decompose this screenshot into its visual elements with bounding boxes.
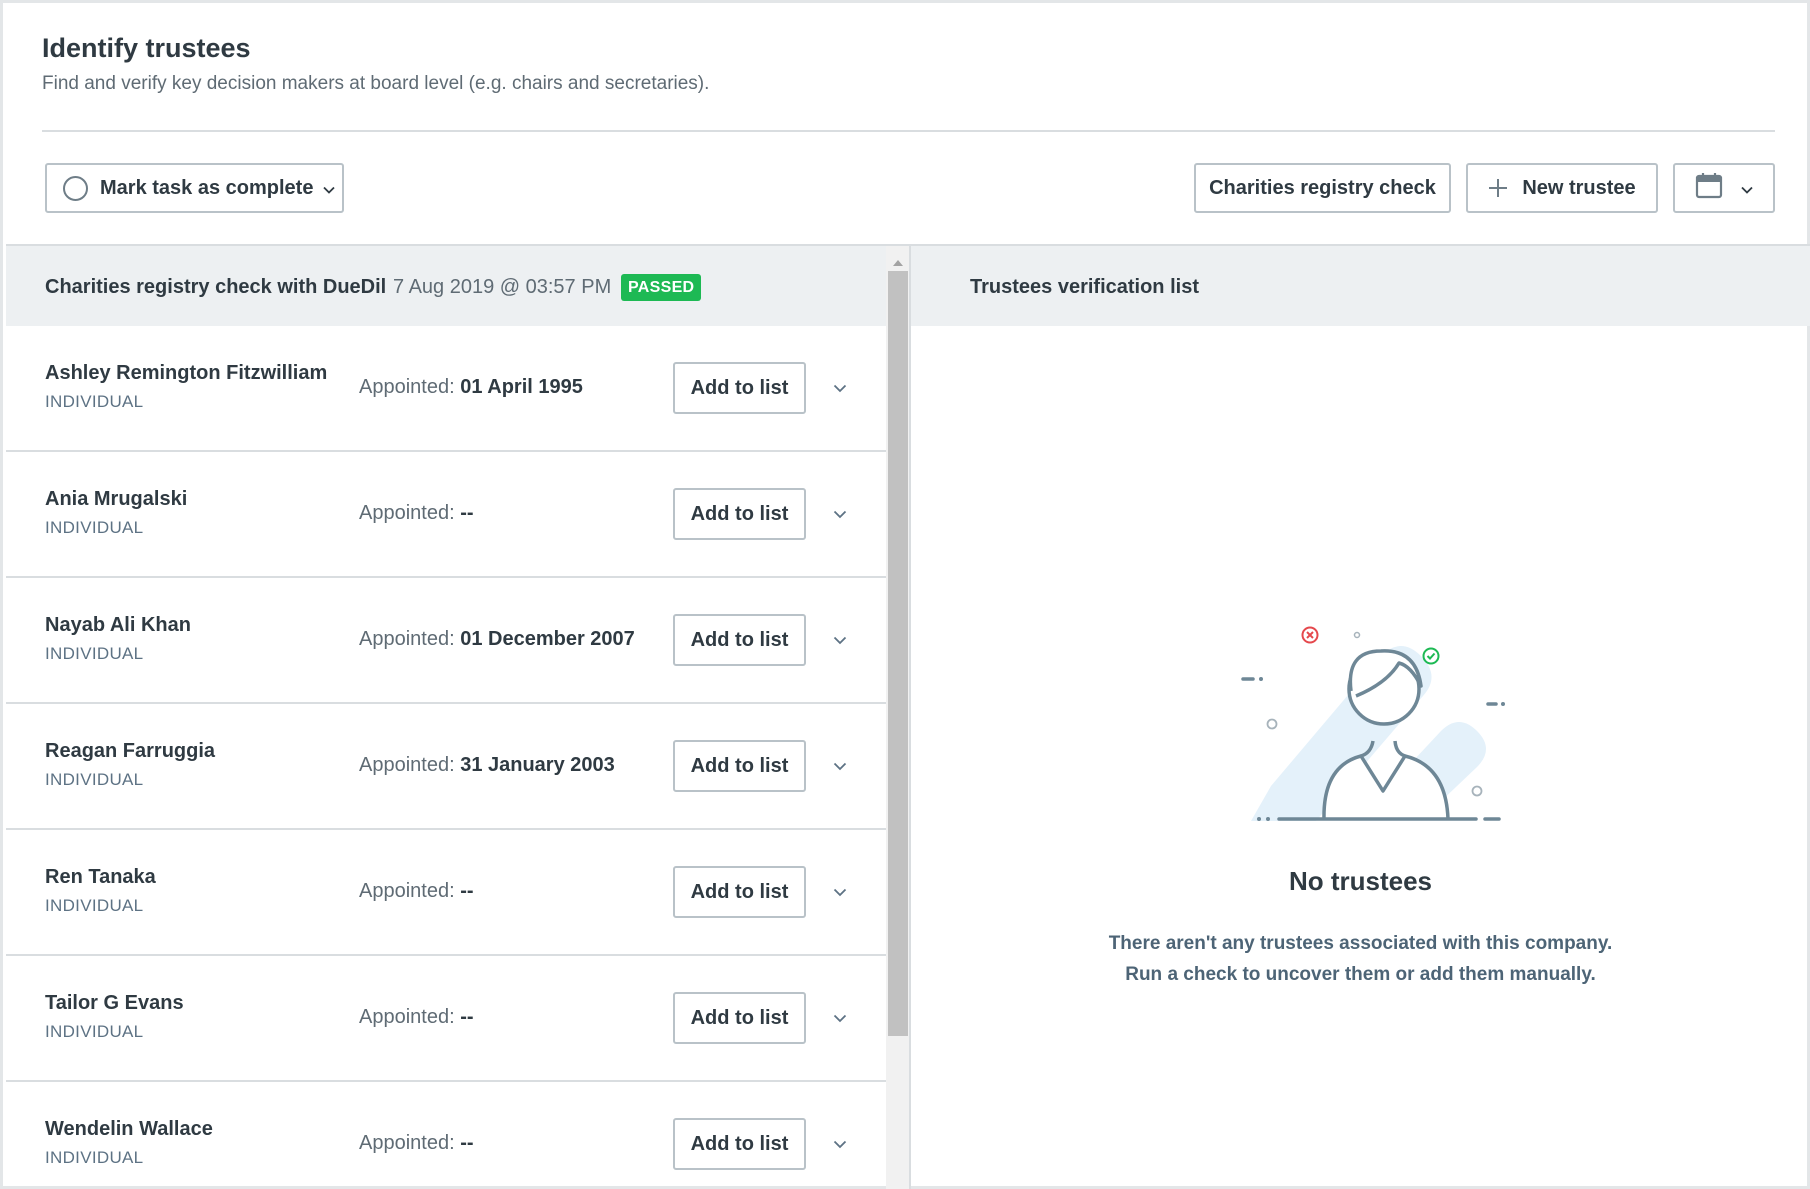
add-to-list-button[interactable]: Add to list — [673, 362, 806, 414]
empty-state-illustration — [1211, 591, 1531, 836]
header-divider — [42, 130, 1775, 132]
registry-results-panel: Charities registry check with DueDil 7 A… — [6, 244, 910, 1189]
empty-state-message: There aren't any trustees associated wit… — [911, 928, 1810, 990]
empty-state-title: No trustees — [1288, 866, 1433, 896]
trustee-appointed: Appointed: 01 April 1995 — [359, 376, 583, 399]
calendar-dropdown-button[interactable] — [1673, 163, 1775, 213]
trustee-type: INDIVIDUAL — [45, 644, 144, 663]
trustees-page: Identify trustees Find and verify key de… — [0, 0, 1810, 1189]
add-to-list-button[interactable]: Add to list — [673, 614, 806, 666]
trustee-type: INDIVIDUAL — [45, 1148, 144, 1167]
chevron-down-icon[interactable] — [833, 632, 847, 650]
trustee-appointed: Appointed: -- — [359, 502, 474, 525]
circle-icon — [63, 175, 88, 201]
trustee-name: Ren Tanaka — [45, 866, 156, 888]
empty-state-line-1: There aren't any trustees associated wit… — [1108, 933, 1613, 954]
appointed-label: Appointed: — [359, 1132, 455, 1154]
chevron-down-icon[interactable] — [833, 380, 847, 398]
registry-check-header: Charities registry check with DueDil 7 A… — [6, 246, 886, 326]
page-subtitle: Find and verify key decision makers at b… — [42, 73, 710, 94]
mark-complete-button[interactable]: Mark task as complete — [45, 163, 344, 213]
trustee-row: Tailor G Evans INDIVIDUAL Appointed: -- … — [6, 956, 886, 1082]
chevron-down-icon — [1741, 177, 1753, 200]
chevron-down-icon[interactable] — [833, 758, 847, 776]
trustee-row: Ania Mrugalski INDIVIDUAL Appointed: -- … — [6, 452, 886, 578]
trustee-name: Ashley Remington Fitzwilliam — [45, 362, 328, 384]
trustee-name: Ania Mrugalski — [45, 488, 188, 510]
new-trustee-label: New trustee — [1522, 176, 1636, 199]
trustee-row: Reagan Farruggia INDIVIDUAL Appointed: 3… — [6, 704, 886, 830]
appointed-date: -- — [460, 502, 474, 524]
appointed-date: 01 April 1995 — [460, 376, 583, 398]
add-to-list-button[interactable]: Add to list — [673, 740, 806, 792]
appointed-label: Appointed: — [359, 754, 455, 776]
appointed-date: 31 January 2003 — [460, 754, 615, 776]
add-to-list-button[interactable]: Add to list — [673, 992, 806, 1044]
chevron-down-icon[interactable] — [833, 506, 847, 524]
appointed-date: -- — [460, 1132, 474, 1154]
registry-check-date: 7 Aug 2019 @ 03:57 PM — [393, 276, 612, 298]
scrollbar[interactable] — [886, 246, 910, 1189]
add-to-list-button[interactable]: Add to list — [673, 488, 806, 540]
trustee-type: INDIVIDUAL — [45, 896, 144, 915]
trustee-type: INDIVIDUAL — [45, 518, 144, 537]
appointed-label: Appointed: — [359, 502, 455, 524]
trustee-name: Nayab Ali Khan — [45, 614, 191, 636]
trustee-type: INDIVIDUAL — [45, 392, 144, 411]
trustee-list: Ashley Remington Fitzwilliam INDIVIDUAL … — [6, 326, 886, 1189]
trustee-appointed: Appointed: 01 December 2007 — [359, 628, 635, 651]
trustee-row: Nayab Ali Khan INDIVIDUAL Appointed: 01 … — [6, 578, 886, 704]
scrollbar-thumb[interactable] — [888, 271, 908, 1036]
chevron-down-icon[interactable] — [833, 884, 847, 902]
add-to-list-button[interactable]: Add to list — [673, 1118, 806, 1170]
page-title: Identify trustees — [42, 33, 251, 63]
chevron-down-icon[interactable] — [833, 1136, 847, 1154]
verification-list-header: Trustees verification list — [911, 246, 1810, 326]
appointed-label: Appointed: — [359, 376, 455, 398]
trustee-row: Wendelin Wallace INDIVIDUAL Appointed: -… — [6, 1082, 886, 1189]
chevron-down-icon[interactable] — [833, 1010, 847, 1028]
appointed-label: Appointed: — [359, 880, 455, 902]
trustee-row: Ashley Remington Fitzwilliam INDIVIDUAL … — [6, 326, 886, 452]
empty-state-line-2: Run a check to uncover them or add them … — [1125, 964, 1596, 985]
trustee-row: Ren Tanaka INDIVIDUAL Appointed: -- Add … — [6, 830, 886, 956]
appointed-date: -- — [460, 1006, 474, 1028]
appointed-date: 01 December 2007 — [460, 628, 635, 650]
verification-list-title: Trustees verification list — [970, 276, 1199, 298]
new-trustee-button[interactable]: New trustee — [1466, 163, 1658, 213]
registry-check-title: Charities registry check with DueDil — [45, 276, 387, 298]
verification-list-panel: Trustees verification list No trustees T… — [911, 244, 1810, 1189]
chevron-down-icon — [323, 177, 336, 200]
status-badge: PASSED — [621, 274, 702, 301]
add-to-list-button[interactable]: Add to list — [673, 866, 806, 918]
calendar-icon — [1695, 171, 1723, 205]
trustee-appointed: Appointed: -- — [359, 1006, 474, 1029]
appointed-label: Appointed: — [359, 1006, 455, 1028]
appointed-label: Appointed: — [359, 628, 455, 650]
scroll-up-arrow-icon[interactable] — [892, 254, 904, 272]
trustee-name: Tailor G Evans — [45, 992, 184, 1014]
mark-complete-label: Mark task as complete — [100, 176, 314, 199]
plus-icon — [1488, 178, 1508, 198]
appointed-date: -- — [460, 880, 474, 902]
trustee-type: INDIVIDUAL — [45, 1022, 144, 1041]
trustee-appointed: Appointed: 31 January 2003 — [359, 754, 615, 777]
trustee-appointed: Appointed: -- — [359, 1132, 474, 1155]
trustee-appointed: Appointed: -- — [359, 880, 474, 903]
trustee-type: INDIVIDUAL — [45, 770, 144, 789]
trustee-name: Reagan Farruggia — [45, 740, 216, 762]
trustee-name: Wendelin Wallace — [45, 1118, 213, 1140]
charities-registry-check-button[interactable]: Charities registry check — [1194, 163, 1451, 213]
